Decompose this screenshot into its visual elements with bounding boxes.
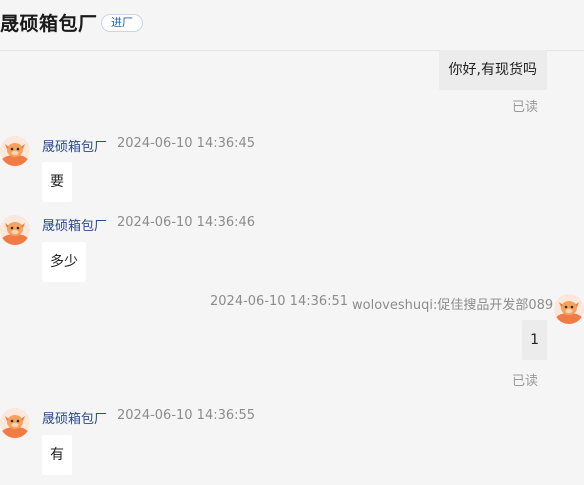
- message-time: 2024-06-10 14:36:45: [117, 136, 256, 151]
- avatar[interactable]: [0, 215, 30, 245]
- cow-mascot-icon: [555, 301, 583, 324]
- incoming-message-bubble[interactable]: 多少: [42, 242, 86, 282]
- status-badge[interactable]: 进厂: [101, 14, 143, 32]
- message-time: 2024-06-10 14:36:46: [117, 215, 256, 230]
- message-time: 2024-06-10 14:36:51: [210, 294, 349, 309]
- avatar[interactable]: [554, 294, 584, 324]
- sender-name[interactable]: 晟硕箱包厂: [42, 136, 107, 155]
- chat-title: 晟硕箱包厂: [0, 13, 98, 35]
- read-receipt: 已读: [511, 374, 538, 389]
- incoming-message-bubble[interactable]: 有: [42, 435, 72, 475]
- own-message-bubble[interactable]: 你好,有现货吗: [438, 50, 547, 90]
- cow-mascot-icon: [1, 222, 29, 245]
- cow-mascot-icon: [1, 143, 29, 166]
- chat-header: 晟硕箱包厂 进厂: [0, 0, 584, 51]
- cow-mascot-icon: [1, 415, 29, 438]
- avatar[interactable]: [0, 408, 30, 438]
- own-message-bubble[interactable]: 1: [522, 320, 547, 360]
- message-text: 你好,有现货吗: [448, 62, 537, 78]
- incoming-message-bubble[interactable]: 要: [42, 162, 72, 202]
- message-text: 多少: [50, 254, 78, 270]
- message-text: 1: [530, 332, 539, 348]
- sender-name[interactable]: 晟硕箱包厂: [42, 408, 107, 427]
- read-receipt: 已读: [511, 100, 538, 115]
- message-text: 有: [50, 447, 64, 463]
- message-text: 要: [50, 174, 64, 190]
- sender-name[interactable]: 晟硕箱包厂: [42, 215, 107, 234]
- message-time: 2024-06-10 14:36:55: [117, 408, 256, 423]
- avatar[interactable]: [0, 136, 30, 166]
- sender-name[interactable]: woloveshuqi:促佳搜品开发部089: [352, 294, 553, 313]
